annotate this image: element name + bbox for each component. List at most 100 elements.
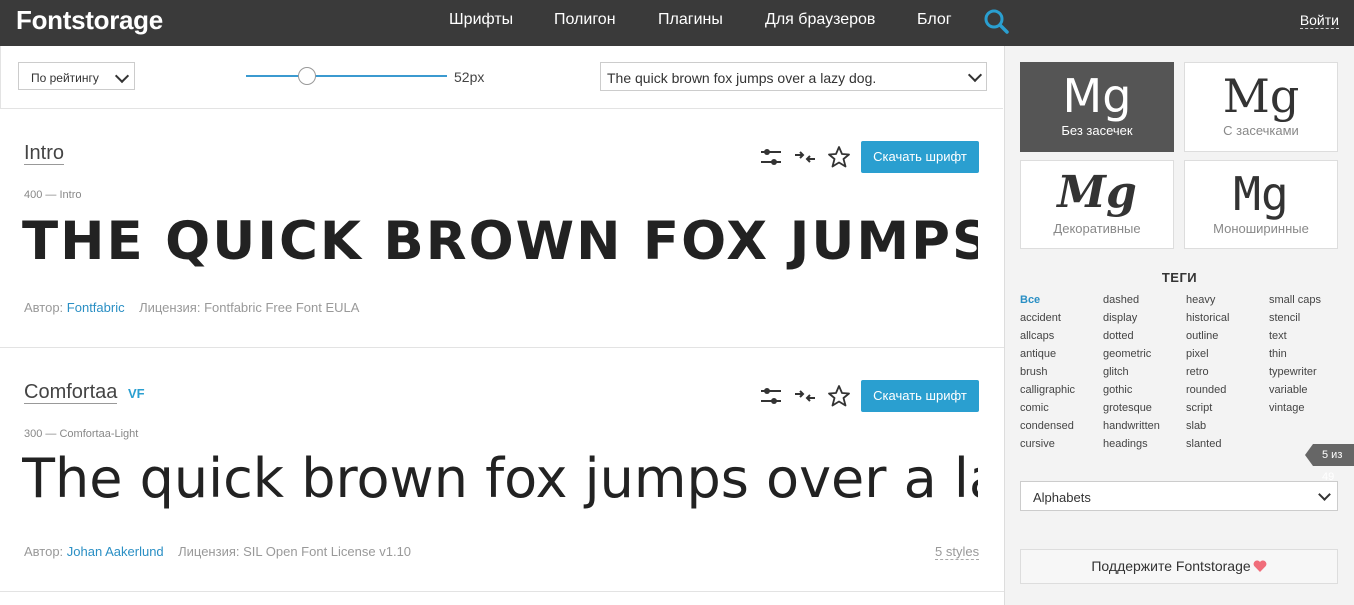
alphabet-select[interactable]: Alphabets [1020,481,1338,511]
tag-item[interactable]: antique [1020,348,1056,360]
sort-select[interactable]: По рейтингу [18,62,135,90]
font-name[interactable]: Comfortaa [24,381,118,404]
author-label: Автор: [24,544,64,559]
compare-arrows-icon[interactable] [793,384,817,408]
tag-item[interactable]: stencil [1269,312,1300,324]
category-decorative[interactable]: Mg Декоративные [1020,160,1174,249]
star-icon[interactable] [827,384,851,408]
search-icon[interactable] [983,8,1009,34]
tag-item[interactable]: script [1186,402,1212,414]
author-link[interactable]: Johan Aakerlund [67,544,164,559]
font-weight-info: 400 — Intro [24,189,82,201]
category-sample: Mg [1222,69,1300,123]
size-value-label: 52px [454,69,485,85]
chevron-down-icon [114,68,130,84]
sliders-icon[interactable] [759,145,783,169]
tag-item[interactable]: retro [1186,366,1209,378]
tag-item[interactable]: display [1103,312,1137,324]
tag-item[interactable]: rounded [1186,384,1226,396]
tag-item[interactable]: thin [1269,348,1287,360]
tag-item[interactable]: text [1269,330,1287,342]
tag-item[interactable]: slanted [1186,438,1221,450]
nav-polygon[interactable]: Полигон [554,11,616,29]
tag-item[interactable]: glitch [1103,366,1129,378]
top-bar: Fontstorage Шрифты Полигон Плагины Для б… [0,0,1354,46]
category-serif[interactable]: Mg С засечками [1184,62,1338,152]
tag-item[interactable]: typewriter [1269,366,1317,378]
font-meta: Автор: Johan Aakerlund Лицензия: SIL Ope… [24,544,411,559]
font-preview: The quick brown fox jumps over a lazy do… [22,447,978,510]
tag-item[interactable]: grotesque [1103,402,1152,414]
chevron-down-icon [967,67,983,83]
font-card-intro: Intro Скачать шрифт 400 — Intro THE QUIC… [0,109,1004,348]
category-sample: Mg [1057,167,1137,218]
license-label: Лицензия: [139,300,201,315]
category-sans-serif[interactable]: Mg Без засечек [1020,62,1174,152]
license-name: SIL Open Font License v1.10 [243,544,412,559]
category-label: Моноширинные [1213,221,1309,236]
tag-item[interactable]: allcaps [1020,330,1054,342]
nav-blog[interactable]: Блог [917,11,952,29]
font-name[interactable]: Intro [24,142,65,165]
tag-item[interactable]: Все [1020,294,1040,306]
tag-item[interactable]: headings [1103,438,1148,450]
tag-item[interactable]: calligraphic [1020,384,1075,396]
tag-item[interactable]: comic [1020,402,1049,414]
tag-item[interactable]: historical [1186,312,1229,324]
tag-item[interactable]: brush [1020,366,1048,378]
tag-item[interactable]: handwritten [1103,420,1160,432]
font-preview: THE QUICK BROWN FOX JUMPS OVER A LAZY DO… [22,211,978,272]
tag-item[interactable]: geometric [1103,348,1151,360]
font-card-comfortaa: Comfortaa VF Скачать шрифт 300 — Comfort… [0,348,1004,592]
download-button[interactable]: Скачать шрифт [861,380,979,412]
styles-link[interactable]: 5 styles [935,544,980,560]
tag-item[interactable]: slab [1186,420,1206,432]
nav-plugins[interactable]: Плагины [658,11,723,29]
size-slider-track[interactable] [246,75,447,77]
category-monospace[interactable]: Mg Моноширинные [1184,160,1338,249]
category-sample: Mg [1233,167,1289,221]
size-slider-handle[interactable] [298,67,316,85]
tag-item[interactable]: vintage [1269,402,1304,414]
category-label: Без засечек [1061,123,1133,138]
tag-item[interactable]: dashed [1103,294,1139,306]
filter-toolbar: По рейтингу 52px The quick brown fox jum… [0,46,1003,109]
category-label: С засечками [1223,123,1299,138]
tag-item[interactable]: condensed [1020,420,1074,432]
sample-text-value: The quick brown fox jumps over a lazy do… [607,70,877,86]
alphabet-select-value: Alphabets [1033,490,1091,505]
font-style-name: Intro [59,189,82,201]
font-weight-info: 300 — Comfortaa-Light [24,428,139,440]
tag-item[interactable]: outline [1186,330,1218,342]
compare-arrows-icon[interactable] [793,145,817,169]
category-label: Декоративные [1053,221,1141,236]
font-weight: 300 [24,428,43,440]
font-weight: 400 [24,189,43,201]
chevron-down-icon [1318,488,1331,501]
tag-item[interactable]: dotted [1103,330,1134,342]
sort-select-value: По рейтингу [31,71,99,85]
tag-item[interactable]: pixel [1186,348,1209,360]
tag-item[interactable]: accident [1020,312,1061,324]
results-count-badge: 5 из 49 [1305,444,1354,483]
tag-item[interactable]: gothic [1103,384,1132,396]
tag-item[interactable]: variable [1269,384,1308,396]
tag-item[interactable]: cursive [1020,438,1055,450]
tag-item[interactable]: heavy [1186,294,1215,306]
support-button[interactable]: Поддержите Fontstorage [1020,549,1338,584]
author-link[interactable]: Fontfabric [67,300,125,315]
tags-heading: ТЕГИ [1161,270,1198,285]
category-sample: Mg [1062,69,1132,123]
nav-fonts[interactable]: Шрифты [449,11,513,29]
sliders-icon[interactable] [759,384,783,408]
login-link[interactable]: Войти [1299,12,1339,29]
star-icon[interactable] [827,145,851,169]
support-label: Поддержите Fontstorage [1091,558,1251,574]
nav-browsers[interactable]: Для браузеров [765,11,875,29]
site-logo[interactable]: Fontstorage [16,5,163,36]
download-button[interactable]: Скачать шрифт [861,141,979,173]
sample-text-select[interactable]: The quick brown fox jumps over a lazy do… [600,62,987,91]
author-label: Автор: [24,300,64,315]
font-meta: Автор: Fontfabric Лицензия: Fontfabric F… [24,300,359,315]
tag-item[interactable]: small caps [1269,294,1321,306]
